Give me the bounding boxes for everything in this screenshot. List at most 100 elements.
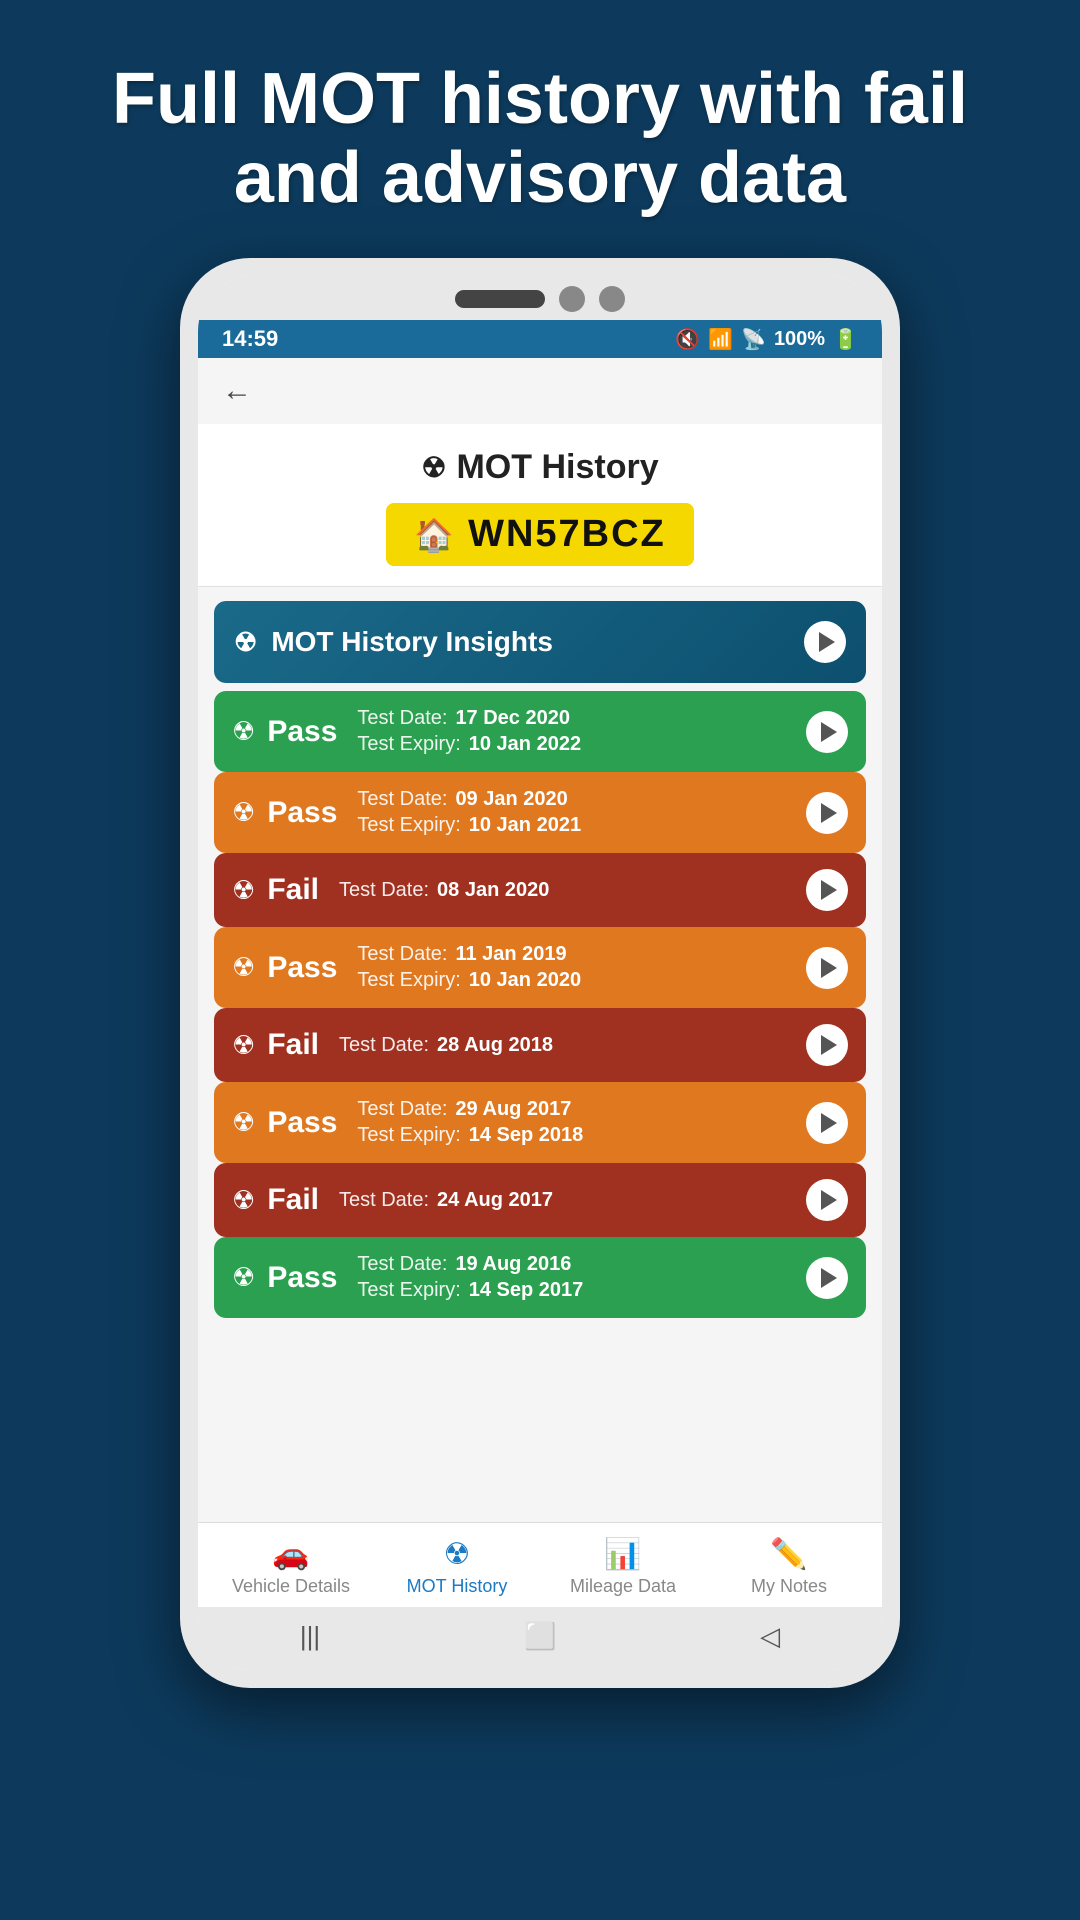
test-expiry-val-4: 10 Jan 2020 (469, 969, 581, 992)
row-play-button-5[interactable] (806, 1024, 848, 1066)
top-nav: ← (198, 358, 882, 424)
nav-vehicle-details[interactable]: 🚗 Vehicle Details (231, 1537, 351, 1597)
sys-back-icon[interactable]: ||| (300, 1621, 320, 1652)
play-icon-7 (821, 1190, 837, 1210)
status-bar: 14:59 🔇 📶 📡 100% 🔋 (198, 320, 882, 358)
nav-mileage-data[interactable]: 📊 Mileage Data (563, 1537, 683, 1597)
mot-row-left-8: ☢ Pass Test Date: 19 Aug 2016 Test Expir… (232, 1253, 583, 1302)
result-label-6: Pass (267, 1106, 337, 1140)
battery-label: 100% (774, 328, 825, 351)
mot-row-left-2: ☢ Pass Test Date: 09 Jan 2020 Test Expir… (232, 788, 581, 837)
mot-list: ☢ MOT History Insights ☢ Pass Test Date:… (198, 587, 882, 1522)
result-label-1: Pass (267, 715, 337, 749)
test-date-key-1: Test Date: (357, 707, 447, 730)
test-date-val-6: 29 Aug 2017 (455, 1098, 571, 1121)
radiation-row-icon-8: ☢ (232, 1262, 255, 1293)
phone-inner: 14:59 🔇 📶 📡 100% 🔋 ← ☢ MOT History (198, 276, 882, 1670)
nav-mot-history[interactable]: ☢ MOT History (397, 1537, 517, 1597)
sys-recents-icon[interactable]: ◁ (760, 1621, 780, 1652)
mot-dates-4: Test Date: 11 Jan 2019 Test Expiry: 10 J… (357, 943, 581, 992)
test-date-key-7: Test Date: (339, 1189, 429, 1212)
mot-row-7[interactable]: ☢ Fail Test Date: 24 Aug 2017 (214, 1163, 866, 1237)
row-play-button-4[interactable] (806, 947, 848, 989)
nav-notes-label: My Notes (751, 1576, 827, 1597)
mot-row-2[interactable]: ☢ Pass Test Date: 09 Jan 2020 Test Expir… (214, 772, 866, 853)
test-expiry-val-6: 14 Sep 2018 (469, 1124, 584, 1147)
test-expiry-key-4: Test Expiry: (357, 969, 460, 992)
test-date-key-2: Test Date: (357, 788, 447, 811)
test-date-val-8: 19 Aug 2016 (455, 1253, 571, 1276)
system-nav-bar: ||| ⬜ ◁ (198, 1607, 882, 1670)
insights-left: ☢ MOT History Insights (234, 626, 553, 658)
mot-dates-1: Test Date: 17 Dec 2020 Test Expiry: 10 J… (357, 707, 581, 756)
radiation-row-icon-3: ☢ (232, 875, 255, 906)
play-icon-8 (821, 1268, 837, 1288)
test-date-key-8: Test Date: (357, 1253, 447, 1276)
test-date-key-3: Test Date: (339, 879, 429, 902)
license-plate: 🏠 WN57BCZ (386, 503, 694, 566)
mot-row-3[interactable]: ☢ Fail Test Date: 08 Jan 2020 (214, 853, 866, 927)
test-date-val-1: 17 Dec 2020 (455, 707, 570, 730)
radiation-title-icon: ☢ (421, 451, 446, 484)
page-title-text: MOT History (456, 448, 658, 487)
row-play-button-3[interactable] (806, 869, 848, 911)
chart-icon: 📊 (604, 1537, 641, 1572)
test-expiry-key-1: Test Expiry: (357, 733, 460, 756)
mot-row-8[interactable]: ☢ Pass Test Date: 19 Aug 2016 Test Expir… (214, 1237, 866, 1318)
insights-label: MOT History Insights (271, 626, 553, 658)
play-icon-3 (821, 880, 837, 900)
mot-row-4[interactable]: ☢ Pass Test Date: 11 Jan 2019 Test Expir… (214, 927, 866, 1008)
test-date-val-3: 08 Jan 2020 (437, 879, 549, 902)
row-play-button-6[interactable] (806, 1102, 848, 1144)
radiation-row-icon-2: ☢ (232, 797, 255, 828)
mot-row-left-5: ☢ Fail Test Date: 28 Aug 2018 (232, 1028, 553, 1062)
sys-home-icon[interactable]: ⬜ (524, 1621, 556, 1652)
notch-bar (455, 290, 545, 308)
result-label-8: Pass (267, 1261, 337, 1295)
insights-row[interactable]: ☢ MOT History Insights (214, 601, 866, 683)
sensor-circle (599, 286, 625, 312)
back-button[interactable]: ← (222, 374, 252, 408)
mot-row-6[interactable]: ☢ Pass Test Date: 29 Aug 2017 Test Expir… (214, 1082, 866, 1163)
row-play-button-8[interactable] (806, 1257, 848, 1299)
mot-row-left-1: ☢ Pass Test Date: 17 Dec 2020 Test Expir… (232, 707, 581, 756)
row-play-button-1[interactable] (806, 711, 848, 753)
nav-mileage-label: Mileage Data (570, 1576, 676, 1597)
test-expiry-val-2: 10 Jan 2021 (469, 814, 581, 837)
page-header: ☢ MOT History 🏠 WN57BCZ (198, 424, 882, 587)
mute-icon: 🔇 (675, 327, 700, 352)
play-icon-1 (821, 722, 837, 742)
row-play-button-2[interactable] (806, 792, 848, 834)
mot-dates-5: Test Date: 28 Aug 2018 (339, 1034, 553, 1057)
mot-dates-2: Test Date: 09 Jan 2020 Test Expiry: 10 J… (357, 788, 581, 837)
play-icon-6 (821, 1113, 837, 1133)
hero-title: Full MOT history with fail and advisory … (0, 0, 1080, 258)
signal-icon: 📡 (741, 327, 766, 352)
radiation-nav-icon: ☢ (444, 1537, 471, 1572)
result-label-2: Pass (267, 796, 337, 830)
play-icon-5 (821, 1035, 837, 1055)
nav-mot-history-label: MOT History (407, 1576, 508, 1597)
phone-frame: 14:59 🔇 📶 📡 100% 🔋 ← ☢ MOT History (180, 258, 900, 1688)
screen-content: ← ☢ MOT History 🏠 WN57BCZ ☢ (198, 358, 882, 1607)
nav-vehicle-details-label: Vehicle Details (232, 1576, 350, 1597)
mot-row-5[interactable]: ☢ Fail Test Date: 28 Aug 2018 (214, 1008, 866, 1082)
test-date-key-6: Test Date: (357, 1098, 447, 1121)
car-icon: 🚗 (272, 1537, 309, 1572)
phone-notch (198, 276, 882, 320)
radiation-row-icon-6: ☢ (232, 1107, 255, 1138)
mot-row-1[interactable]: ☢ Pass Test Date: 17 Dec 2020 Test Expir… (214, 691, 866, 772)
radiation-row-icon-4: ☢ (232, 952, 255, 983)
nav-my-notes[interactable]: ✏️ My Notes (729, 1537, 849, 1597)
test-date-val-4: 11 Jan 2019 (455, 943, 566, 966)
row-play-button-7[interactable] (806, 1179, 848, 1221)
insights-play-button[interactable] (804, 621, 846, 663)
test-expiry-key-2: Test Expiry: (357, 814, 460, 837)
result-label-7: Fail (267, 1183, 319, 1217)
test-expiry-val-8: 14 Sep 2017 (469, 1279, 584, 1302)
mot-dates-3: Test Date: 08 Jan 2020 (339, 879, 549, 902)
play-triangle-icon (819, 632, 835, 652)
battery-icon: 🔋 (833, 327, 858, 352)
radiation-row-icon-7: ☢ (232, 1185, 255, 1216)
mot-dates-7: Test Date: 24 Aug 2017 (339, 1189, 553, 1212)
